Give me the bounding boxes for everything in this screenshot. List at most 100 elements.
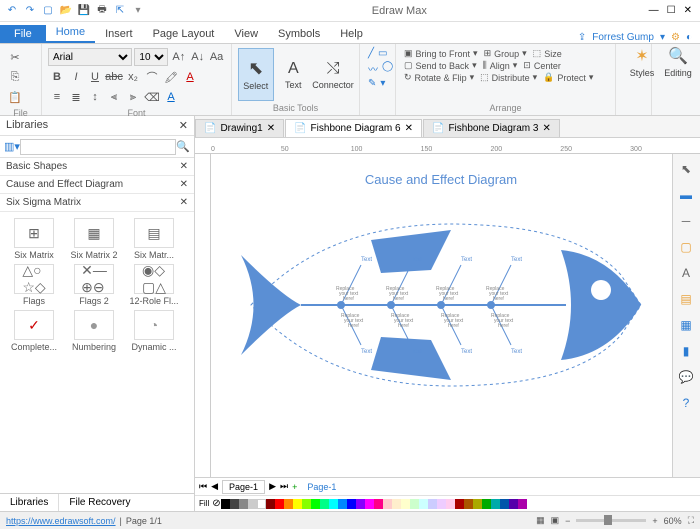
shape-12-role[interactable]: ◉◇▢△12-Role Fl... bbox=[126, 264, 182, 306]
share-icon[interactable]: ⇪ bbox=[578, 32, 586, 43]
settings-icon[interactable]: ⚙ bbox=[671, 32, 680, 43]
editing-btn[interactable]: 🔍Editing bbox=[658, 46, 698, 78]
highlight-icon[interactable]: 🖍 bbox=[162, 68, 180, 86]
rt-shadow-icon[interactable]: ▢ bbox=[675, 236, 697, 258]
tab-home[interactable]: Home bbox=[46, 23, 95, 43]
fullscreen-icon[interactable]: ⛶ bbox=[688, 515, 694, 526]
shape-complete[interactable]: ✓Complete... bbox=[6, 310, 62, 352]
rt-layer-icon[interactable]: ▦ bbox=[675, 314, 697, 336]
color-swatch[interactable] bbox=[374, 499, 383, 509]
tab-view[interactable]: View bbox=[224, 25, 268, 43]
pencil-tool-icon[interactable]: ✎ bbox=[368, 78, 376, 89]
shape-flags[interactable]: △○☆◇Flags bbox=[6, 264, 62, 306]
maximize-icon[interactable]: ☐ bbox=[667, 5, 676, 16]
user-name[interactable]: Forrest Gump bbox=[592, 32, 654, 43]
doc-tab-fishbone6[interactable]: 📄 Fishbone Diagram 6 ✕ bbox=[285, 119, 422, 137]
change-case-icon[interactable]: Aa bbox=[208, 48, 225, 66]
color-swatch[interactable] bbox=[473, 499, 482, 509]
rotate-flip[interactable]: ↻ Rotate & Flip ▾ bbox=[404, 72, 474, 83]
color-swatch[interactable] bbox=[509, 499, 518, 509]
send-to-back[interactable]: ▢ Send to Back ▾ bbox=[404, 60, 477, 71]
view-normal-icon[interactable]: ▦ bbox=[536, 515, 545, 526]
page-nav-first-icon[interactable]: ⏮ bbox=[199, 481, 207, 492]
size-btn[interactable]: ⬚ Size bbox=[533, 48, 562, 59]
color-swatch[interactable] bbox=[338, 499, 347, 509]
shape-six-matrix-2[interactable]: ▦Six Matrix 2 bbox=[66, 218, 122, 260]
color-swatch[interactable] bbox=[365, 499, 374, 509]
add-page-icon[interactable]: + bbox=[292, 482, 297, 492]
zoom-out-icon[interactable]: − bbox=[565, 516, 570, 526]
qat-open-icon[interactable]: 📂 bbox=[58, 3, 74, 19]
shape-dynamic[interactable]: ◔Dynamic ... bbox=[126, 310, 182, 352]
tab-page-layout[interactable]: Page Layout bbox=[143, 25, 225, 43]
tab-file[interactable]: File bbox=[0, 25, 46, 43]
help-about-icon[interactable]: ◐ bbox=[686, 32, 692, 43]
numbering-icon[interactable]: ≣ bbox=[67, 88, 85, 106]
color-swatch[interactable] bbox=[257, 499, 266, 509]
decrease-font-icon[interactable]: A↓ bbox=[189, 48, 206, 66]
color-swatch[interactable] bbox=[275, 499, 284, 509]
ellipse-tool-icon[interactable]: ◯ bbox=[382, 61, 393, 76]
select-tool[interactable]: ⬉Select bbox=[238, 48, 274, 101]
connector-tool[interactable]: ⤭Connector bbox=[313, 48, 353, 101]
color-swatch[interactable] bbox=[392, 499, 401, 509]
color-swatch[interactable] bbox=[329, 499, 338, 509]
close-icon[interactable]: ✕ bbox=[684, 5, 692, 16]
increase-font-icon[interactable]: A↑ bbox=[170, 48, 187, 66]
color-swatch[interactable] bbox=[302, 499, 311, 509]
color-swatch[interactable] bbox=[284, 499, 293, 509]
diagram-title[interactable]: Cause and Effect Diagram bbox=[231, 164, 651, 195]
rt-cursor-icon[interactable]: ⬉ bbox=[675, 158, 697, 180]
search-icon[interactable]: 🔍 bbox=[176, 140, 190, 153]
tab-help[interactable]: Help bbox=[330, 25, 373, 43]
color-swatch[interactable] bbox=[419, 499, 428, 509]
group-btn[interactable]: ⊞ Group ▾ bbox=[484, 48, 527, 59]
align-btn[interactable]: ⫼ Align ▾ bbox=[483, 60, 518, 71]
rt-comment-icon[interactable]: 💬 bbox=[675, 366, 697, 388]
color-swatch[interactable] bbox=[383, 499, 392, 509]
canvas[interactable]: Cause and Effect Diagram bbox=[211, 154, 672, 477]
qat-redo-icon[interactable]: ↷ bbox=[22, 3, 38, 19]
color-swatch[interactable] bbox=[455, 499, 464, 509]
color-swatch[interactable] bbox=[311, 499, 320, 509]
color-swatch[interactable] bbox=[464, 499, 473, 509]
spacing-icon[interactable]: ↕ bbox=[86, 88, 104, 106]
qat-undo-icon[interactable]: ↶ bbox=[4, 3, 20, 19]
color-swatch[interactable] bbox=[518, 499, 527, 509]
copy-icon[interactable]: ⎘ bbox=[6, 68, 24, 86]
color-swatch[interactable] bbox=[239, 499, 248, 509]
page-nav-next-icon[interactable]: ▶ bbox=[269, 481, 276, 492]
rect-tool-icon[interactable]: ▭ bbox=[378, 48, 387, 59]
footer-tab-recovery[interactable]: File Recovery bbox=[58, 494, 140, 511]
color-swatch[interactable] bbox=[401, 499, 410, 509]
tab-symbols[interactable]: Symbols bbox=[268, 25, 330, 43]
zoom-in-icon[interactable]: + bbox=[652, 516, 657, 526]
paste-icon[interactable]: 📋 bbox=[6, 88, 24, 106]
center-btn[interactable]: ⊡ Center bbox=[523, 60, 561, 71]
align-left-icon[interactable]: ⫷ bbox=[105, 88, 123, 106]
font-size-select[interactable]: 10 bbox=[134, 48, 168, 66]
underline-icon[interactable]: U bbox=[86, 68, 104, 86]
rt-bookmark-icon[interactable]: ▮ bbox=[675, 340, 697, 362]
color-swatch[interactable] bbox=[320, 499, 329, 509]
status-url[interactable]: https://www.edrawsoft.com/ bbox=[6, 516, 116, 526]
qat-print-icon[interactable]: 🖶 bbox=[94, 3, 110, 19]
minimize-icon[interactable]: — bbox=[649, 5, 659, 16]
page-tab-1[interactable]: Page-1 bbox=[222, 480, 265, 494]
curve-tool-icon[interactable]: 〰 bbox=[368, 61, 378, 76]
rt-fill-icon[interactable]: ▬ bbox=[675, 184, 697, 206]
shape-flags-2[interactable]: ✕—⊕⊖Flags 2 bbox=[66, 264, 122, 306]
footer-tab-libraries[interactable]: Libraries bbox=[0, 494, 58, 511]
tab-insert[interactable]: Insert bbox=[95, 25, 143, 43]
more-shapes-icon[interactable]: ▾ bbox=[380, 78, 385, 89]
color-swatch[interactable] bbox=[356, 499, 365, 509]
protect-btn[interactable]: 🔒 Protect ▾ bbox=[543, 72, 593, 83]
qat-save-icon[interactable]: 💾 bbox=[76, 3, 92, 19]
color-swatch[interactable] bbox=[347, 499, 356, 509]
page-nav-prev-icon[interactable]: ◀ bbox=[211, 481, 218, 492]
italic-icon[interactable]: I bbox=[67, 68, 85, 86]
qat-new-icon[interactable]: ▢ bbox=[40, 3, 56, 19]
rt-page-icon[interactable]: ▤ bbox=[675, 288, 697, 310]
bring-to-front[interactable]: ▣ Bring to Front ▾ bbox=[404, 48, 478, 59]
cat-cause-effect[interactable]: Cause and Effect Diagram✕ bbox=[0, 176, 194, 194]
